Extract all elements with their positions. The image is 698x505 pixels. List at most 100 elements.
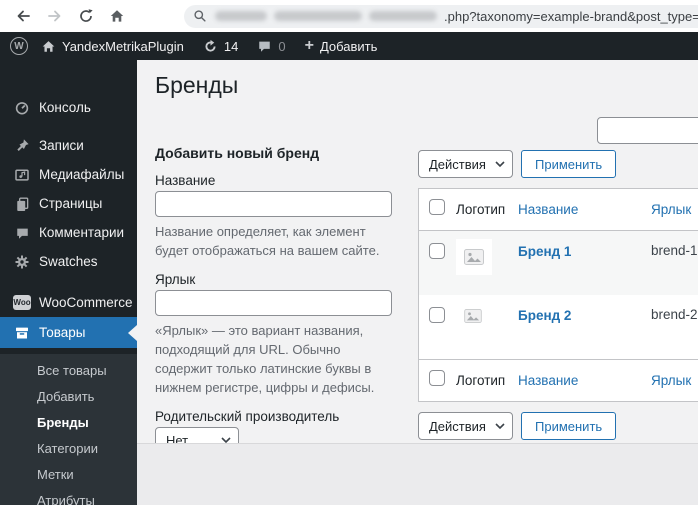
submenu-item-add-new[interactable]: Добавить [0, 384, 137, 410]
brand-logo-thumbnail [456, 239, 492, 275]
sidebar-item-media[interactable]: Медиафайлы [0, 160, 137, 189]
active-menu-arrow [128, 325, 137, 341]
bulk-actions-select[interactable]: Действия [418, 412, 513, 440]
comments-icon [13, 226, 31, 240]
table-row: Бренд 1 brend-1 [419, 231, 698, 295]
submenu-item-all-products[interactable]: Все товары [0, 358, 137, 384]
products-submenu: Все товары Добавить Бренды Категории Мет… [0, 354, 137, 505]
sidebar-item-comments[interactable]: Комментарии [0, 218, 137, 247]
admin-sidebar: Консоль Записи Медиафайлы [0, 60, 137, 505]
site-name-menu[interactable]: YandexMetrikaPlugin [41, 39, 184, 54]
comments-count: 0 [278, 39, 285, 54]
bulk-actions-select[interactable]: Действия [418, 150, 513, 178]
gear-icon [13, 254, 31, 270]
sidebar-item-dashboard[interactable]: Консоль [0, 93, 137, 122]
slug-help-text: «Ярлык» — это вариант названия, подходящ… [155, 321, 392, 397]
bulk-actions-top: Действия Применить [418, 150, 698, 178]
sidebar-item-label: Консоль [39, 100, 91, 115]
image-placeholder-icon [464, 249, 484, 265]
comments-menu[interactable]: 0 [257, 39, 285, 54]
search-brands-input[interactable] [597, 117, 698, 144]
browser-home-icon[interactable] [101, 3, 132, 29]
sidebar-item-label: WooCommerce [39, 295, 133, 310]
site-name: YandexMetrikaPlugin [62, 39, 184, 54]
browser-reload-icon[interactable] [70, 3, 101, 29]
updates-icon [203, 39, 218, 54]
slug-column-header[interactable]: Ярлык [651, 202, 691, 217]
search-icon [193, 9, 207, 23]
pages-icon [13, 196, 31, 212]
sidebar-item-products[interactable]: Товары [0, 317, 137, 348]
sidebar-item-label: Медиафайлы [39, 167, 124, 182]
select-all-checkbox[interactable] [429, 370, 445, 386]
sidebar-item-label: Swatches [39, 254, 98, 269]
slug-input[interactable] [155, 290, 392, 316]
sidebar-item-label: Комментарии [39, 225, 124, 240]
redacted-url-segment [274, 11, 362, 21]
table-row: Бренд 2 brend-2 [419, 295, 698, 359]
form-heading: Добавить новый бренд [155, 145, 392, 161]
submenu-item-attributes[interactable]: Атрибуты [0, 488, 137, 505]
name-help-text: Название определяет, как элемент будет о… [155, 222, 392, 260]
name-column-header[interactable]: Название [518, 373, 578, 388]
select-all-checkbox[interactable] [429, 199, 445, 215]
sidebar-item-label: Страницы [39, 196, 102, 211]
submenu-item-brands[interactable]: Бренды [0, 410, 137, 436]
redacted-url-segment [215, 11, 267, 21]
parent-label: Родительский производитель [155, 409, 392, 424]
image-placeholder-icon [464, 309, 482, 323]
slug-column-header[interactable]: Ярлык [651, 373, 691, 388]
browser-back-icon[interactable] [8, 3, 39, 29]
home-icon [41, 39, 56, 54]
apply-button[interactable]: Применить [521, 150, 616, 178]
brand-slug: brend-2 [651, 307, 698, 322]
updates-menu[interactable]: 14 [203, 39, 238, 54]
dashboard-icon [13, 100, 31, 116]
products-box-icon [13, 325, 31, 341]
footer-area [137, 443, 698, 505]
add-new-label: Добавить [320, 39, 377, 54]
page-title: Бренды [155, 72, 238, 99]
wp-admin-bar: W YandexMetrikaPlugin 14 0 + Добавить [0, 32, 698, 60]
brand-name-link[interactable]: Бренд 2 [518, 308, 571, 323]
comment-icon [257, 39, 272, 53]
plus-icon: + [305, 38, 314, 54]
media-icon [13, 167, 31, 183]
table-footer-row: Логотип Название Ярлык [419, 359, 698, 401]
submenu-item-categories[interactable]: Категории [0, 436, 137, 462]
logo-column-header: Логотип [445, 373, 518, 388]
screenshot-root: .php?taxonomy=example-brand&post_type=pr… [0, 0, 698, 505]
pushpin-icon [13, 138, 31, 153]
sidebar-item-posts[interactable]: Записи [0, 131, 137, 160]
browser-forward-icon[interactable] [39, 3, 70, 29]
content-area: Бренды Добавить новый бренд Название Наз… [137, 60, 698, 505]
slug-label: Ярлык [155, 272, 392, 287]
row-checkbox[interactable] [429, 243, 445, 259]
table-header-row: Логотип Название Ярлык [419, 189, 698, 231]
brand-name-link[interactable]: Бренд 1 [518, 244, 571, 259]
woocommerce-icon: Woo [13, 295, 31, 310]
new-content-menu[interactable]: + Добавить [305, 38, 378, 54]
name-input[interactable] [155, 191, 392, 217]
sidebar-item-swatches[interactable]: Swatches [0, 247, 137, 276]
add-brand-form: Добавить новый бренд Название Название о… [155, 145, 392, 453]
name-label: Название [155, 173, 392, 188]
wp-logo-menu[interactable]: W [10, 37, 28, 55]
row-checkbox[interactable] [429, 307, 445, 323]
updates-count: 14 [224, 39, 238, 54]
sidebar-item-label: Записи [39, 138, 84, 153]
apply-button[interactable]: Применить [521, 412, 616, 440]
name-column-header[interactable]: Название [518, 202, 578, 217]
sidebar-item-woocommerce[interactable]: Woo WooCommerce [0, 288, 137, 317]
redacted-url-segment [369, 11, 437, 21]
sidebar-item-pages[interactable]: Страницы [0, 189, 137, 218]
sidebar-item-label: Товары [39, 325, 85, 340]
brands-list: Действия Применить Логотип Название Ярлы… [418, 150, 698, 440]
brand-logo-thumbnail [464, 309, 482, 328]
wordpress-logo-icon: W [10, 37, 28, 55]
bulk-actions-bottom: Действия Применить [418, 412, 698, 440]
url-text: .php?taxonomy=example-brand&post_type=pr… [444, 9, 698, 24]
address-bar[interactable]: .php?taxonomy=example-brand&post_type=pr… [184, 5, 698, 28]
logo-column-header: Логотип [445, 202, 518, 217]
submenu-item-tags[interactable]: Метки [0, 462, 137, 488]
